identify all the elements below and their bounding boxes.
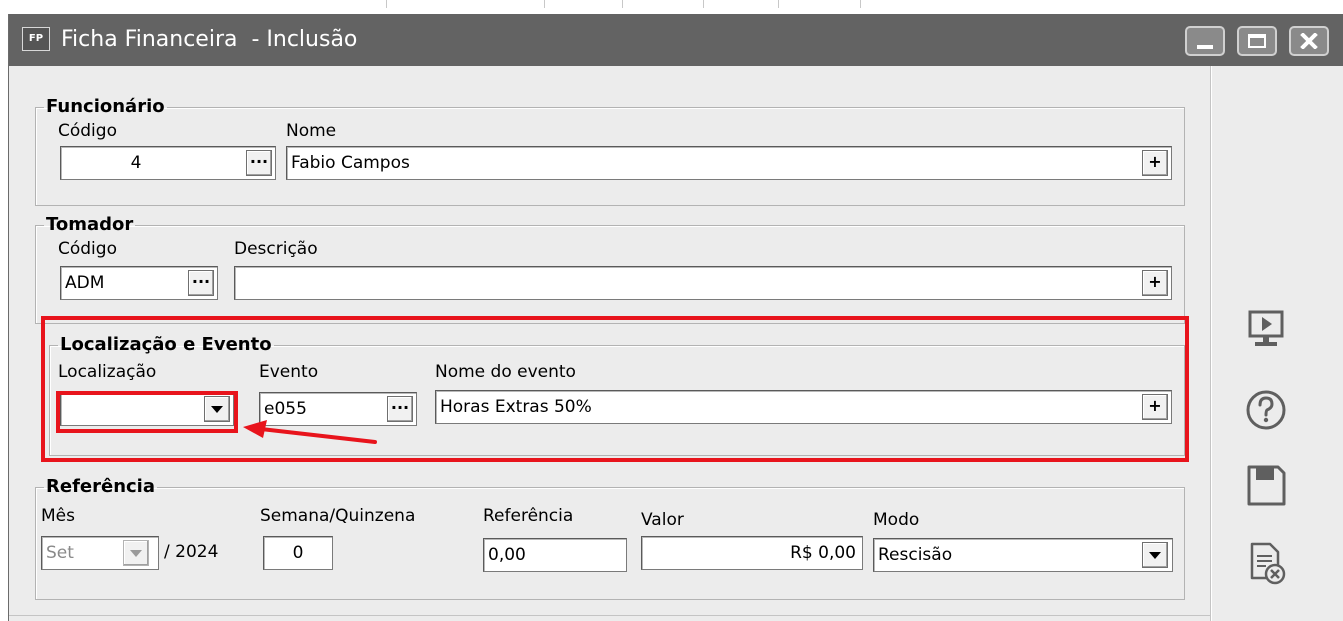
referencia-label: Referência [483,506,574,526]
save-button[interactable] [1242,462,1290,510]
help-button[interactable] [1242,386,1290,434]
valor-value: R$ 0,00 [790,543,856,563]
funcionario-codigo-label: Código [58,121,117,141]
maximize-button[interactable] [1237,26,1277,56]
semana-input[interactable]: 0 [263,536,333,570]
tomador-descricao-input[interactable] [234,266,1172,300]
app-icon: FP [22,27,50,51]
cancel-document-icon [1250,542,1286,585]
minimize-button[interactable] [1185,26,1225,56]
highlight-box-section [41,316,1189,462]
ano-text: / 2024 [164,542,219,562]
close-button[interactable] [1289,26,1329,56]
mes-value: Set [46,543,74,563]
referencia-legend: Referência [46,476,155,497]
tomador-codigo-lookup-button[interactable]: ··· [188,270,214,296]
funcionario-nome-label: Nome [286,121,337,141]
mes-dropdown-button[interactable] [123,540,149,566]
chevron-down-icon [1149,552,1161,559]
tomador-codigo-value: ADM [65,273,105,293]
mes-label: Mês [41,506,75,526]
modo-select[interactable]: Rescisão [873,538,1173,572]
help-icon [1246,390,1286,430]
cancel-button[interactable] [1242,540,1290,588]
semana-value: 0 [292,543,304,563]
funcionario-codigo-value: 4 [130,153,142,173]
tomador-codigo-label: Código [58,239,117,259]
form-area: Funcionário Código 4 ··· Nome Fabio Camp… [9,66,1343,621]
presentation-button[interactable] [1242,306,1290,354]
modo-dropdown-button[interactable] [1142,542,1168,568]
tomador-descricao-label: Descrição [234,239,318,259]
presentation-icon [1248,310,1284,346]
tomador-legend: Tomador [46,214,134,235]
title-bar[interactable]: FP Ficha Financeira - Inclusão [9,14,1343,66]
funcionario-nome-value: Fabio Campos [291,153,410,173]
funcionario-nome-add-button[interactable]: + [1142,150,1168,176]
highlight-box-localizacao [56,391,238,433]
modo-label: Modo [873,510,920,530]
referencia-value: 0,00 [488,545,526,565]
funcionario-legend: Funcionário [46,96,165,117]
valor-input[interactable]: R$ 0,00 [641,536,863,570]
minimize-icon [1197,45,1213,49]
close-icon [1300,33,1318,49]
tomador-descricao-add-button[interactable]: + [1142,270,1168,296]
funcionario-nome-input[interactable]: Fabio Campos [286,146,1172,180]
annotation-arrow-icon [243,420,377,444]
funcionario-codigo-lookup-button[interactable]: ··· [246,150,272,176]
chevron-down-icon [130,550,142,557]
ficha-financeira-window: FP Ficha Financeira - Inclusão Funcionár… [8,14,1343,621]
save-icon [1247,465,1286,506]
background-strip [0,0,1343,14]
maximize-icon [1248,34,1266,48]
semana-label: Semana/Quinzena [260,506,416,526]
referencia-input[interactable]: 0,00 [483,538,627,572]
funcionario-codigo-input[interactable]: 4 [60,146,276,180]
window-title: Ficha Financeira - Inclusão [61,27,358,52]
modo-value: Rescisão [878,545,953,565]
valor-label: Valor [641,510,684,530]
